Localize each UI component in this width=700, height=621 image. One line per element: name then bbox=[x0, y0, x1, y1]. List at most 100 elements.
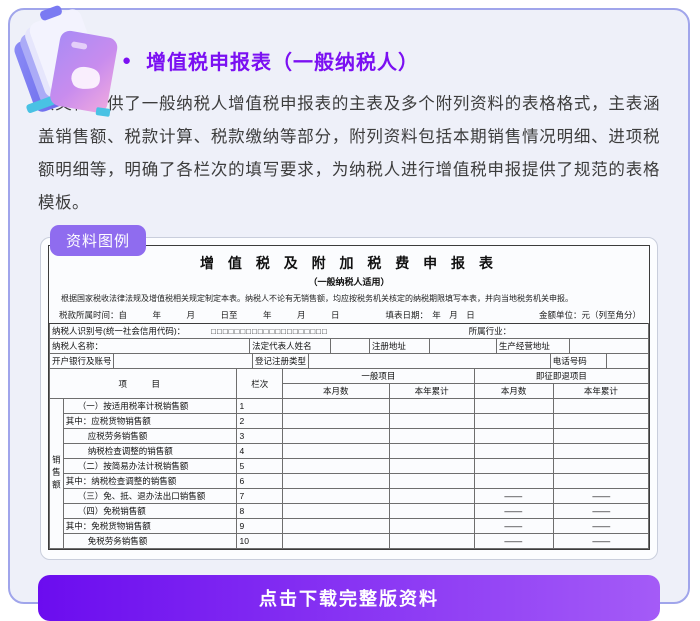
row-item: 应税劳务销售额 bbox=[63, 429, 237, 444]
header-refund: 即征即退项目 bbox=[474, 369, 648, 384]
cell-general-month bbox=[283, 459, 390, 474]
side-label-sales: 销售额 bbox=[50, 399, 64, 549]
cell-refund-year: — bbox=[553, 489, 648, 504]
table-row: （四）免税销售额 8 — — bbox=[50, 504, 649, 519]
cell-general-month bbox=[283, 489, 390, 504]
cell-general-year bbox=[389, 519, 474, 534]
form-note: 根据国家税收法律法规及增值税相关规定制定本表。纳税人不论有无销售额，均应按税务机… bbox=[61, 293, 641, 304]
cell-refund-year bbox=[553, 444, 648, 459]
cell-general-month bbox=[283, 444, 390, 459]
reg-type-label: 登记注册类型 bbox=[253, 354, 309, 369]
taxpayer-id-boxes: □□□□□□□□□□□□□□□□□□□□ bbox=[211, 327, 328, 336]
example-tag: 资料图例 bbox=[50, 225, 146, 256]
row-col-no: 6 bbox=[237, 474, 283, 489]
header-month: 本月数 bbox=[283, 384, 390, 399]
cell-refund-year bbox=[553, 429, 648, 444]
row-item: （一）按适用税率计税销售额 bbox=[63, 399, 237, 414]
cell-refund-year bbox=[553, 414, 648, 429]
phone-label: 电话号码 bbox=[550, 354, 606, 369]
cell-refund-month bbox=[474, 474, 553, 489]
cell-refund-month bbox=[474, 414, 553, 429]
header-month-2: 本月数 bbox=[474, 384, 553, 399]
table-row: 应税劳务销售额 3 bbox=[50, 429, 649, 444]
cell-refund-year bbox=[553, 459, 648, 474]
cell-general-year bbox=[389, 444, 474, 459]
cell-general-year bbox=[389, 429, 474, 444]
taxpayer-id-row: 纳税人识别号(统一社会信用代码)： □□□□□□□□□□□□□□□□□□□□ 所… bbox=[49, 323, 649, 339]
tax-period: 税款所属时间：自 年 月 日至 年 月 日 bbox=[59, 309, 340, 321]
cell-general-year bbox=[389, 504, 474, 519]
cell-general-year bbox=[389, 534, 474, 549]
row-item: 其中：应税货物销售额 bbox=[63, 414, 237, 429]
cell-refund-year bbox=[553, 399, 648, 414]
row-col-no: 5 bbox=[237, 459, 283, 474]
cell-general-month bbox=[283, 399, 390, 414]
cell-refund-month bbox=[474, 459, 553, 474]
form-meta-line: 税款所属时间：自 年 月 日至 年 月 日 填表日期： 年 月 日 金额单位：元… bbox=[59, 309, 641, 321]
header-item: 项 目 bbox=[50, 369, 237, 399]
cell-refund-month bbox=[474, 444, 553, 459]
folder-stack-icon bbox=[10, 4, 130, 126]
table-row: （二）按简易办法计税销售额 5 bbox=[50, 459, 649, 474]
reg-addr-label: 注册地址 bbox=[369, 339, 429, 354]
row-item: （三）免、抵、退办法出口销售额 bbox=[63, 489, 237, 504]
header-column-no: 栏次 bbox=[237, 369, 283, 399]
row-item: 纳税检查调整的销售额 bbox=[63, 444, 237, 459]
bank-value bbox=[114, 354, 253, 369]
description: 该文档提供了一般纳税人增值税申报表的主表及多个附列资料的表格格式，主表涵盖销售额… bbox=[38, 88, 660, 220]
row-item: （四）免税销售额 bbox=[63, 504, 237, 519]
cell-refund-year: — bbox=[553, 519, 648, 534]
cell-general-year bbox=[389, 399, 474, 414]
cell-general-month bbox=[283, 534, 390, 549]
reg-addr-value bbox=[429, 339, 496, 354]
cell-refund-month: — bbox=[474, 534, 553, 549]
biz-addr-label: 生产经营地址 bbox=[496, 339, 569, 354]
fill-date: 填表日期： 年 月 日 bbox=[386, 309, 475, 321]
cell-general-month bbox=[283, 504, 390, 519]
taxpayer-name-row: 纳税人名称： 法定代表人姓名 注册地址 生产经营地址 bbox=[49, 338, 649, 354]
form-preview: 增 值 税 及 附 加 税 费 申 报 表 （一般纳税人适用） 根据国家税收法律… bbox=[48, 245, 650, 550]
reg-type-value bbox=[309, 354, 550, 369]
cell-general-year bbox=[389, 414, 474, 429]
title-row: ● 增值税申报表（一般纳税人） bbox=[122, 46, 668, 75]
form-subtitle: （一般纳税人适用） bbox=[49, 275, 649, 288]
row-col-no: 8 bbox=[237, 504, 283, 519]
bank-row: 开户银行及账号 登记注册类型 电话号码 bbox=[49, 353, 649, 369]
header-year-total-2: 本年累计 bbox=[553, 384, 648, 399]
industry-label: 所属行业： bbox=[469, 325, 512, 337]
cell-general-month bbox=[283, 429, 390, 444]
row-item: 免税劳务销售额 bbox=[63, 534, 237, 549]
cell-general-year bbox=[389, 474, 474, 489]
cell-refund-year bbox=[553, 474, 648, 489]
taxpayer-id-label: 纳税人识别号(统一社会信用代码)： bbox=[52, 325, 185, 337]
legal-rep-value bbox=[330, 339, 369, 354]
biz-addr-value bbox=[569, 339, 648, 354]
row-col-no: 2 bbox=[237, 414, 283, 429]
example-box: 资料图例 增 值 税 及 附 加 税 费 申 报 表 （一般纳税人适用） 根据国… bbox=[40, 237, 658, 560]
bank-label: 开户银行及账号 bbox=[50, 354, 114, 369]
legal-rep-label: 法定代表人姓名 bbox=[250, 339, 331, 354]
header-year-total: 本年累计 bbox=[389, 384, 474, 399]
row-col-no: 9 bbox=[237, 519, 283, 534]
form-title: 增 值 税 及 附 加 税 费 申 报 表 bbox=[49, 253, 649, 273]
cell-refund-month bbox=[474, 429, 553, 444]
row-item: （二）按简易办法计税销售额 bbox=[63, 459, 237, 474]
cell-refund-month: — bbox=[474, 504, 553, 519]
main-table: 项 目 栏次 一般项目 即征即退项目 本月数 本年累计 本月数 本年累计 销售额… bbox=[49, 368, 649, 549]
table-row: 其中：应税货物销售额 2 bbox=[50, 414, 649, 429]
table-row: 其中：纳税检查调整的销售额 6 bbox=[50, 474, 649, 489]
cell-general-year bbox=[389, 459, 474, 474]
row-item: 其中：纳税检查调整的销售额 bbox=[63, 474, 237, 489]
cell-refund-year: — bbox=[553, 504, 648, 519]
table-row: 纳税检查调整的销售额 4 bbox=[50, 444, 649, 459]
download-button[interactable]: 点击下载完整版资料 bbox=[38, 575, 660, 621]
cell-general-month bbox=[283, 414, 390, 429]
table-row: 其中：免税货物销售额 9 — — bbox=[50, 519, 649, 534]
cell-refund-month bbox=[474, 399, 553, 414]
row-col-no: 3 bbox=[237, 429, 283, 444]
taxpayer-name-label: 纳税人名称： bbox=[50, 339, 250, 354]
row-col-no: 4 bbox=[237, 444, 283, 459]
cell-general-month bbox=[283, 519, 390, 534]
content-card: ● 增值税申报表（一般纳税人） 该文档提供了一般纳税人增值税申报表的主表及多个附… bbox=[8, 8, 690, 604]
cell-general-year bbox=[389, 489, 474, 504]
